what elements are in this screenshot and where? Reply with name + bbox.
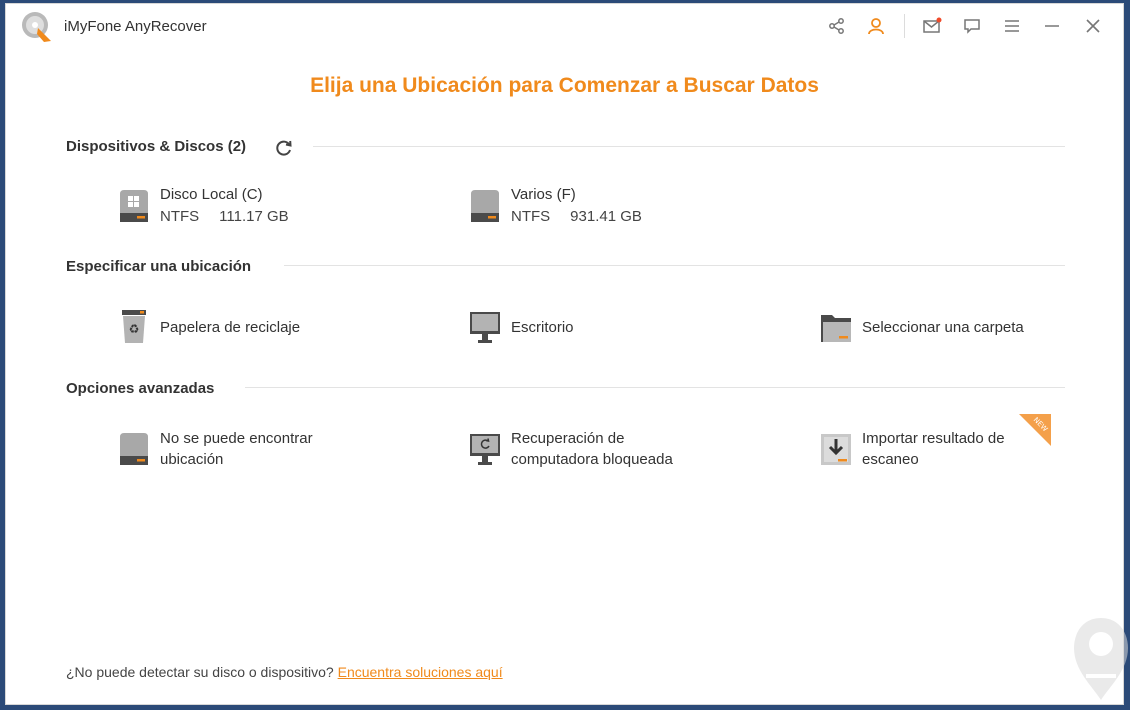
lost-location-option[interactable]: No se puede encontrar ubicación (116, 428, 313, 470)
crashed-computer-icon (467, 430, 503, 468)
title-bar: iMyFone AnyRecover (6, 4, 1123, 50)
watermark-logo (1074, 618, 1128, 700)
import-icon (818, 430, 854, 468)
select-folder-option[interactable]: Seleccionar una carpeta (818, 308, 1024, 346)
mail-icon[interactable] (921, 15, 943, 37)
footer: ¿No puede detectar su disco o dispositiv… (66, 664, 503, 680)
recycle-bin-label: Papelera de reciclaje (160, 318, 301, 336)
drive-size: 931.41 GB (570, 208, 642, 225)
section-divider (313, 146, 1065, 147)
drive-name: Disco Local (C) (160, 186, 263, 203)
find-solutions-link[interactable]: Encuentra soluciones aquí (338, 664, 503, 680)
windows-drive-icon (116, 187, 152, 225)
option-label-line1: No se puede encontrar (160, 430, 313, 447)
drive-c[interactable]: Disco Local (C) NTFS 111.17 GB (116, 184, 289, 228)
close-icon[interactable] (1082, 15, 1104, 37)
minimize-icon[interactable] (1041, 15, 1063, 37)
drive-f[interactable]: Varios (F) NTFS 931.41 GB (467, 184, 642, 228)
recycle-bin-icon: ♻ (116, 308, 152, 346)
feedback-icon[interactable] (961, 15, 983, 37)
app-title: iMyFone AnyRecover (64, 18, 207, 35)
page-headline: Elija una Ubicación para Comenzar a Busc… (310, 74, 819, 97)
location-section-title: Especificar una ubicación (66, 258, 252, 275)
option-label-line2: ubicación (160, 451, 224, 468)
section-divider (245, 387, 1065, 388)
drive-filesystem: NTFS (160, 208, 200, 225)
option-label-line1: Importar resultado de (862, 430, 1005, 447)
app-logo-icon (22, 12, 51, 42)
select-folder-label: Seleccionar una carpeta (862, 318, 1024, 336)
menu-icon[interactable] (1001, 15, 1023, 37)
desktop-option[interactable]: Escritorio (467, 308, 574, 346)
toolbar-divider (904, 14, 905, 38)
drive-size: 111.17 GB (219, 208, 289, 225)
refresh-icon[interactable] (274, 138, 294, 158)
option-label-line2: escaneo (862, 451, 919, 468)
desktop-label: Escritorio (511, 318, 574, 336)
folder-icon (818, 308, 854, 346)
share-icon[interactable] (826, 15, 848, 37)
footer-question: ¿No puede detectar su disco o dispositiv… (66, 664, 334, 680)
import-scan-option[interactable]: Importar resultado de escaneo (818, 428, 1005, 470)
drive-filesystem: NTFS (511, 208, 551, 225)
new-badge: NEW (1019, 414, 1051, 446)
drive-name: Varios (F) (511, 186, 576, 203)
app-window: iMyFone AnyRecover Elija una Ubicación p… (5, 3, 1128, 705)
option-label-line1: Recuperación de (511, 430, 625, 447)
section-divider (284, 265, 1065, 266)
recycle-bin-option[interactable]: ♻ Papelera de reciclaje (116, 308, 300, 346)
advanced-section-title: Opciones avanzadas (66, 380, 215, 397)
user-icon[interactable] (865, 15, 887, 37)
desktop-icon (467, 308, 503, 346)
svg-text:♻: ♻ (129, 322, 140, 336)
option-label-line2: computadora bloqueada (511, 451, 673, 468)
drive-icon (467, 187, 503, 225)
crashed-computer-option[interactable]: Recuperación de computadora bloqueada (467, 428, 673, 470)
drive-icon (116, 430, 152, 468)
devices-section-title: Dispositivos & Discos (2) (66, 138, 247, 155)
